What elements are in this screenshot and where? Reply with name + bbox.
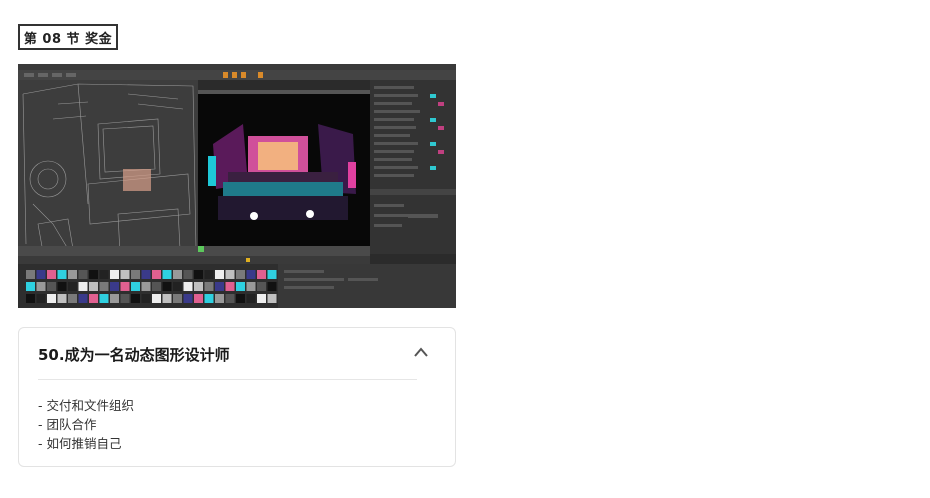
3d-software-screenshot	[18, 64, 456, 308]
section-label: 第 08 节 奖金	[18, 24, 118, 50]
list-item: - 团队合作	[38, 417, 97, 432]
lesson-preview-image[interactable]	[18, 64, 456, 308]
list-item: - 如何推销自己	[38, 436, 122, 451]
divider	[38, 379, 417, 380]
chevron-up-icon[interactable]	[413, 346, 429, 358]
lesson-accordion: 50.成为一名动态图形设计师 - 交付和文件组织 - 团队合作 - 如何推销自己	[18, 327, 456, 467]
list-item: - 交付和文件组织	[38, 398, 134, 413]
lesson-topic-list: - 交付和文件组织 - 团队合作 - 如何推销自己	[38, 396, 134, 453]
lesson-title[interactable]: 50.成为一名动态图形设计师	[38, 344, 230, 365]
